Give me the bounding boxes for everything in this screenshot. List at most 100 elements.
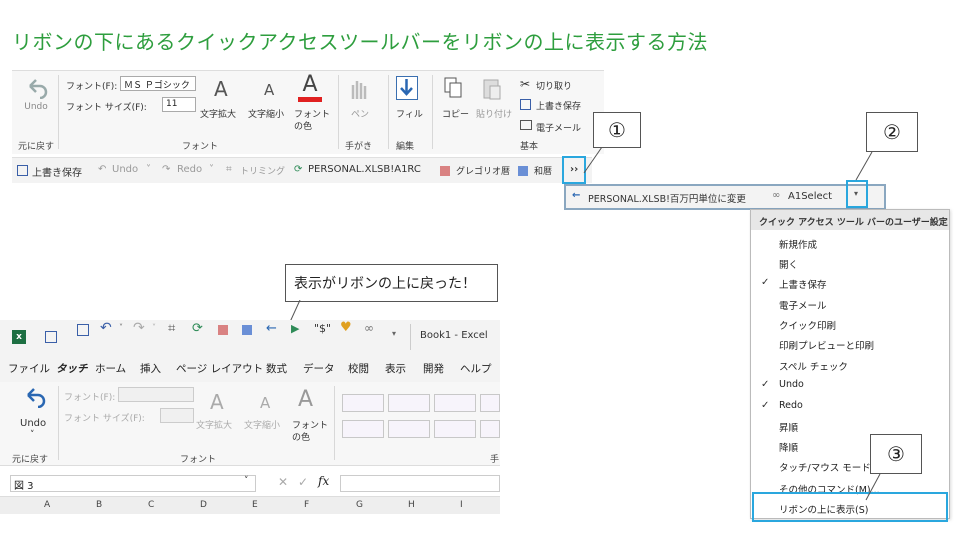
tab-data[interactable]: データ (303, 361, 335, 376)
qat-overflow-a1select[interactable]: A1Select (788, 191, 832, 202)
column-header[interactable]: C (148, 500, 154, 510)
qat-trim-label[interactable]: トリミング (240, 164, 285, 177)
cut-icon[interactable]: ✂ (520, 77, 530, 91)
pen-style-swatch[interactable] (480, 420, 500, 438)
column-header[interactable]: B (96, 500, 102, 510)
confirm-icon[interactable]: ✓ (298, 475, 308, 489)
chevron-down-icon[interactable]: ˅ (244, 476, 249, 486)
paste-icon[interactable] (482, 77, 502, 101)
pen-style-swatch[interactable] (342, 394, 384, 412)
pen-icon[interactable] (348, 77, 370, 101)
menu-item[interactable]: 新規作成 (779, 237, 817, 251)
menu-item[interactable]: Redo (779, 400, 803, 411)
font-size-select[interactable] (160, 408, 194, 423)
gregorian-swatch-icon[interactable] (218, 325, 228, 335)
macro-icon[interactable]: ⟳ (294, 164, 302, 175)
chevron-down-icon[interactable]: ˅ (119, 323, 123, 332)
pen-style-swatch[interactable] (388, 394, 430, 412)
crop-icon[interactable]: ⌗ (168, 321, 175, 336)
undo-button[interactable] (18, 386, 50, 411)
tab-help[interactable]: ヘルプ (460, 361, 492, 376)
chevron-down-icon[interactable]: ˅ (209, 164, 214, 175)
column-header[interactable]: H (408, 500, 415, 510)
column-header[interactable]: E (252, 500, 258, 510)
crop-icon[interactable]: ⌗ (226, 164, 232, 175)
wareki-swatch-icon[interactable] (242, 325, 252, 335)
undo-button[interactable]: Undo (18, 77, 54, 125)
autosave-icon[interactable] (45, 331, 57, 343)
menu-item[interactable]: クイック印刷 (779, 318, 836, 332)
qat-gregorian-label[interactable]: グレゴリオ暦 (456, 164, 510, 177)
undo-icon[interactable]: ↶ (100, 320, 112, 336)
pen-style-swatch[interactable] (342, 420, 384, 438)
menu-item[interactable]: Undo (779, 379, 804, 390)
qat-redo-label[interactable]: Redo (177, 164, 202, 175)
currency-icon[interactable]: "$" (314, 322, 331, 335)
cancel-icon[interactable]: ✕ (278, 475, 288, 489)
copy-icon[interactable] (444, 77, 462, 99)
column-header[interactable]: I (460, 500, 463, 510)
tab-developer[interactable]: 開発 (423, 361, 444, 376)
menu-item[interactable]: 印刷プレビューと印刷 (779, 338, 874, 352)
font-size-select[interactable]: 11 (162, 97, 196, 112)
chevron-down-icon[interactable]: ˅ (146, 164, 151, 175)
email-label[interactable]: 電子メール (536, 121, 581, 134)
tab-home[interactable]: ホーム (95, 361, 126, 376)
formula-input[interactable] (340, 475, 500, 492)
qat-undo-label[interactable]: Undo (112, 164, 138, 175)
pen-style-swatch[interactable] (388, 420, 430, 438)
customize-dropdown-button[interactable]: ▾ (392, 329, 396, 338)
menu-item[interactable]: 電子メール (779, 298, 827, 312)
undo-icon[interactable]: ↶ (98, 164, 106, 175)
menu-item[interactable]: 開く (779, 257, 798, 271)
arrow-left-icon[interactable]: ← (266, 321, 277, 336)
name-box[interactable]: 図 3 (10, 475, 256, 492)
play-icon[interactable]: ▶ (291, 322, 299, 335)
shrink-font-icon[interactable]: A (264, 81, 274, 99)
font-color-icon[interactable]: A (298, 74, 322, 102)
column-header[interactable]: D (200, 500, 207, 510)
tab-page-layout[interactable]: ページ レイアウト (176, 361, 263, 376)
redo-icon[interactable]: ↷ (162, 164, 170, 175)
tab-touch[interactable]: タッチ (56, 361, 88, 376)
macro-icon[interactable]: ⟳ (192, 321, 203, 336)
save-icon[interactable] (17, 165, 28, 176)
grow-font-icon[interactable]: A (214, 77, 228, 101)
font-name-select[interactable]: ＭＳ Ｐゴシック (120, 76, 196, 91)
qat-save-label[interactable]: 上書き保存 (32, 164, 82, 179)
menu-item[interactable]: 降順 (779, 440, 798, 454)
tab-insert[interactable]: 挿入 (140, 361, 161, 376)
function-icon[interactable]: fx (318, 474, 329, 488)
ribbon-icon[interactable]: ♥ (340, 320, 352, 335)
menu-item[interactable]: 上書き保存 (779, 277, 827, 291)
qat-overflow-personal[interactable]: PERSONAL.XLSB!百万円単位に変更 (588, 191, 746, 205)
cut-label[interactable]: 切り取り (536, 79, 572, 92)
column-header[interactable]: G (356, 500, 363, 510)
save-icon[interactable] (77, 324, 89, 336)
chevron-down-icon[interactable]: ˅ (30, 430, 35, 440)
shrink-font-icon[interactable]: A (260, 394, 270, 412)
column-header[interactable]: A (44, 500, 50, 510)
qat-personal-label[interactable]: PERSONAL.XLSB!A1RC (308, 164, 421, 175)
pen-style-swatch[interactable] (434, 420, 476, 438)
tab-file[interactable]: ファイル (8, 361, 50, 376)
pen-style-swatch[interactable] (434, 394, 476, 412)
save-icon[interactable] (520, 99, 531, 110)
qat-wareki-label[interactable]: 和暦 (534, 164, 552, 177)
font-name-select[interactable] (118, 387, 194, 402)
arrow-left-icon[interactable]: ← (572, 190, 580, 201)
menu-item[interactable]: スペル チェック (779, 359, 848, 373)
font-color-icon[interactable]: A (298, 387, 313, 412)
tab-view[interactable]: 表示 (385, 361, 406, 376)
tab-review[interactable]: 校閲 (348, 361, 369, 376)
overwrite-save-label[interactable]: 上書き保存 (536, 99, 581, 112)
tab-formulas[interactable]: 数式 (266, 361, 287, 376)
pen-style-swatch[interactable] (480, 394, 500, 412)
rings-icon[interactable]: ∞ (772, 190, 780, 201)
column-header[interactable]: F (304, 500, 309, 510)
rings-icon[interactable]: ∞ (364, 321, 374, 335)
grow-font-icon[interactable]: A (210, 390, 224, 414)
redo-icon[interactable]: ↷ (133, 320, 145, 336)
menu-item[interactable]: 昇順 (779, 420, 798, 434)
fill-down-icon[interactable] (396, 76, 418, 100)
